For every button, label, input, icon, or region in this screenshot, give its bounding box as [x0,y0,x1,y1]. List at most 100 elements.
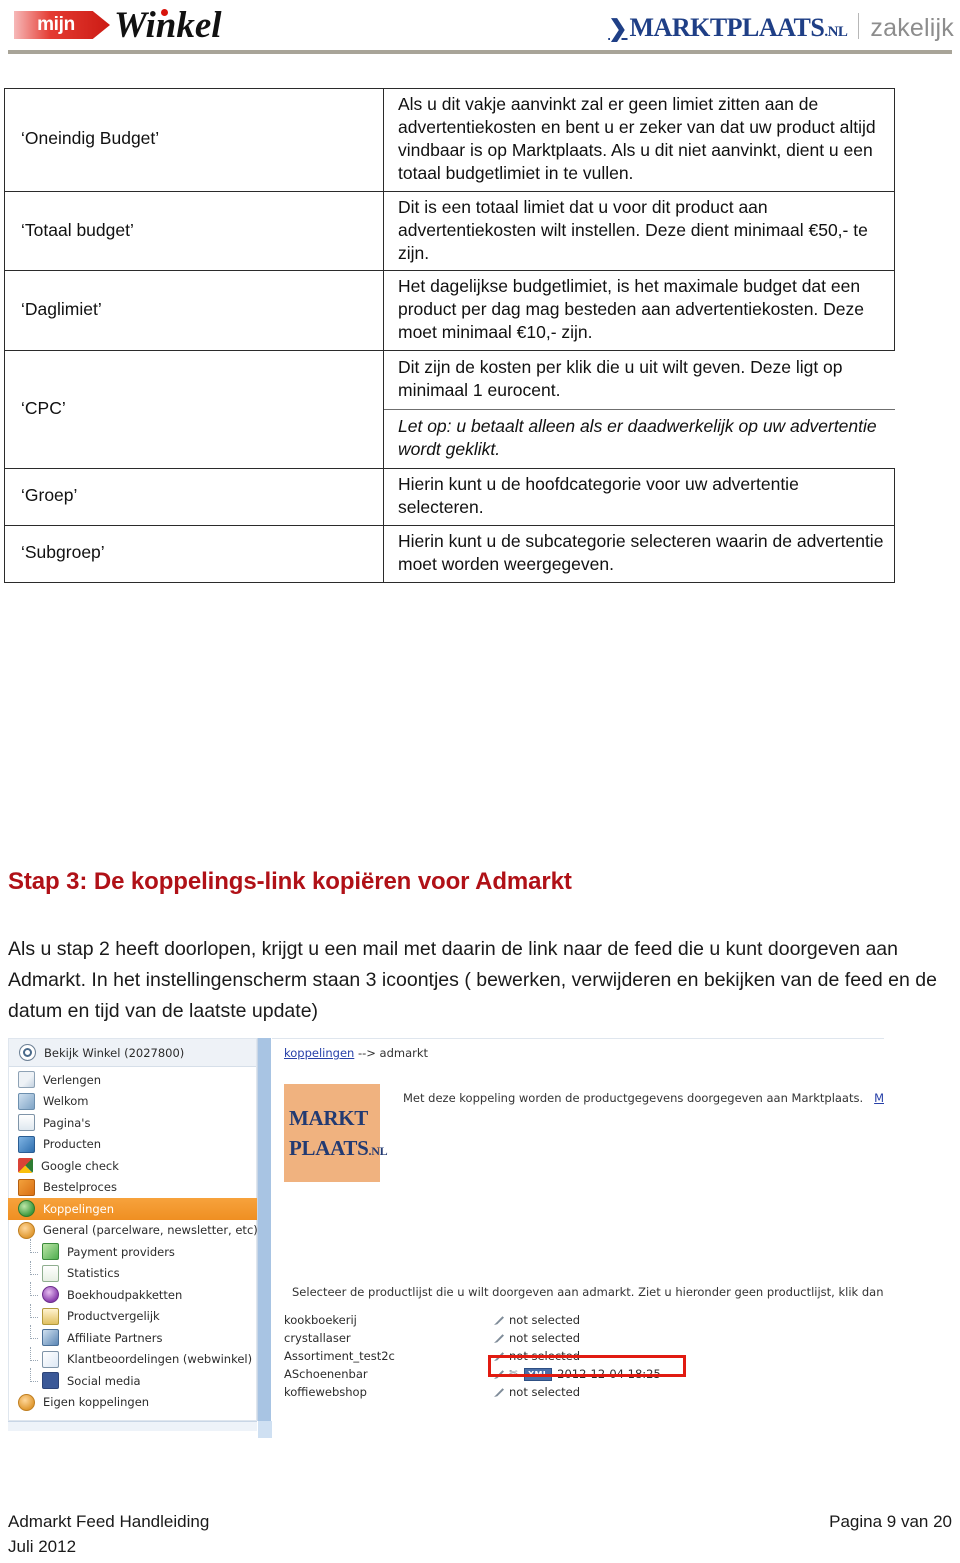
own-links-icon [18,1393,35,1411]
feed-name: koffiewebshop [284,1385,367,1399]
feed-status-text: not selected [509,1313,581,1327]
sidebar-item-label: Pagina's [43,1115,91,1130]
sidebar-item-general[interactable]: General (parcelware, newsletter, etc) [8,1220,258,1242]
marktplaats-logo-line1: MARKT [289,1105,368,1130]
feed-name: ASchoenenbar [284,1367,368,1381]
feed-status: not selected [494,1331,580,1345]
welcome-icon [18,1092,35,1110]
sidebar-item-eigen-koppelingen[interactable]: Eigen koppelingen [8,1392,257,1414]
sidebar-item-bestelproces[interactable]: Bestelproces [8,1177,257,1199]
sidebar-item-statistics[interactable]: Statistics [8,1260,257,1285]
sidebar-item-label: Producten [43,1137,102,1152]
affiliate-icon [42,1329,59,1347]
breadcrumb: koppelingen --> admarkt [284,1046,428,1060]
breadcrumb-rest: --> admarkt [354,1046,429,1060]
table-cell-description: Als u dit vakje aanvinkt zal er geen lim… [383,88,895,192]
table-row: ‘Totaal budget’ Dit is een totaal limiet… [4,190,895,272]
accounting-icon [42,1286,59,1304]
sidebar-item-label: Bekijk Winkel (2027800) [44,1045,185,1060]
pencil-icon[interactable] [494,1388,504,1397]
table-cell-description: Dit is een totaal limiet dat u voor dit … [383,190,895,272]
section-heading: Stap 3: De koppelings-link kopiëren voor… [8,868,572,895]
sidebar-bottom-edge [8,1421,257,1431]
sidebar-item-welkom[interactable]: Welkom [8,1091,257,1113]
marktplaats-logo: ❯ MARKTPLAATS.NL zakelijk [608,10,954,44]
sidebar-item-affiliate-partners[interactable]: Affiliate Partners [8,1325,257,1349]
sidebar-item-label: Affiliate Partners [67,1330,163,1345]
table-cell-description: Hierin kunt u de subcategorie selecteren… [383,524,895,583]
table-cell-label: ‘Daglimiet’ [4,270,384,352]
sidebar-item-label: Bestelproces [43,1180,117,1195]
pencil-icon[interactable] [494,1334,504,1343]
order-icon [18,1178,35,1196]
sidebar-item-paginas[interactable]: Pagina's [8,1112,257,1134]
footer-page-number: Pagina 9 van 20 [829,1512,952,1531]
payment-icon [42,1243,59,1261]
feed-row: kookboekerij not selected [284,1311,844,1329]
sidebar-item-label: Boekhoudpakketten [67,1287,183,1302]
sidebar-item-label: Welkom [43,1094,89,1109]
sidebar-scroll-rail-bottom[interactable] [258,1421,272,1438]
renew-icon [18,1071,35,1089]
compare-icon [42,1307,59,1325]
table-row: ‘Oneindig Budget’ Als u dit vakje aanvin… [4,88,895,192]
mijn-badge-label: mijn [37,14,75,35]
cpc-sub-row: Let op: u betaalt alleen als er daadwerk… [384,410,895,468]
mijn-badge-icon: mijn [14,11,110,39]
statistics-icon [42,1264,59,1282]
table-cell-label: ‘Groep’ [4,467,384,526]
sidebar-item-productvergelijk[interactable]: Productvergelijk [8,1303,257,1328]
footer-date: Juli 2012 [8,1536,77,1556]
sidebar-item-boekhoudpakketten[interactable]: Boekhoudpakketten [8,1282,257,1306]
table-cell-label: ‘Oneindig Budget’ [4,88,384,192]
pencil-icon[interactable] [494,1316,504,1325]
table-cell-label: ‘Totaal budget’ [4,190,384,272]
logo-divider [858,13,860,39]
google-icon [18,1158,33,1174]
sidebar-item-verlengen[interactable]: Verlengen [8,1069,257,1091]
marktplaats-logo-line2: PLAATS.NL [289,1133,388,1163]
feed-status: not selected [494,1313,580,1327]
sidebar-scroll-rail[interactable] [258,1038,271,1421]
sidebar-item-label: General (parcelware, newsletter, etc) [43,1223,258,1238]
feed-row: koffiewebshop not selected [284,1383,844,1401]
productlist-select-hint: Selecteer de productlijst die u wilt doo… [292,1285,884,1299]
footer-top-row: Admarkt Feed Handleiding Pagina 9 van 20 [8,1510,952,1535]
sidebar-menu: Verlengen Welkom Pagina's Producten Goog… [8,1069,258,1414]
feed-name: crystallaser [284,1331,351,1345]
feed-status: not selected [494,1385,580,1399]
cpc-description: Dit zijn de kosten per klik die u uit wi… [384,351,895,411]
cpc-sub-table: Dit zijn de kosten per klik die u uit wi… [384,351,895,468]
sidebar-item-label: Productvergelijk [67,1309,160,1324]
sidebar-item-label: Payment providers [67,1244,175,1259]
sidebar-item-koppelingen[interactable]: Koppelingen [8,1198,257,1220]
sidebar-item-payment-providers[interactable]: Payment providers [8,1239,257,1263]
meer-info-link[interactable]: Meer info over M [874,1091,884,1105]
feed-status-text: not selected [509,1331,581,1345]
sidebar-item-bekijk-winkel[interactable]: Bekijk Winkel (2027800) [9,1039,256,1067]
feed-name: kookboekerij [284,1313,357,1327]
products-icon [18,1135,35,1153]
marktplaats-arrow-icon: ❯ [608,16,628,41]
koppeling-description: Met deze koppeling worden de productgege… [403,1091,884,1105]
header-rule [8,50,952,54]
table-row: ‘Groep’ Hierin kunt u de hoofdcategorie … [4,467,895,526]
marktplaats-logo-box: MARKT PLAATS.NL [284,1084,388,1182]
sidebar-item-google-check[interactable]: Google check [8,1155,257,1177]
sidebar-item-klantbeoordelingen[interactable]: Klantbeoordelingen (webwinkel) [8,1346,257,1371]
table-cell-description: Hierin kunt u de hoofdcategorie voor uw … [383,467,895,526]
table-row: ‘Subgroep’ Hierin kunt u de subcategorie… [4,524,895,583]
eye-icon [19,1044,36,1061]
sidebar-item-label: Eigen koppelingen [43,1395,150,1410]
embedded-screenshot: Bekijk Winkel (2027800) Verlengen Welkom… [8,1038,884,1438]
breadcrumb-link-koppelingen[interactable]: koppelingen [284,1046,354,1060]
sidebar-item-label: Google check [41,1158,119,1173]
sidebar-item-social-media[interactable]: Social media [8,1368,257,1392]
sidebar-item-label: Koppelingen [43,1201,115,1216]
links-icon [18,1200,35,1218]
screenshot-sidebar: Bekijk Winkel (2027800) Verlengen Welkom… [8,1038,258,1431]
marktplaats-name: MARKTPLAATS [629,13,825,42]
pages-icon [18,1114,35,1132]
sidebar-item-producten[interactable]: Producten [8,1134,257,1156]
sidebar-item-label: Social media [67,1373,141,1388]
